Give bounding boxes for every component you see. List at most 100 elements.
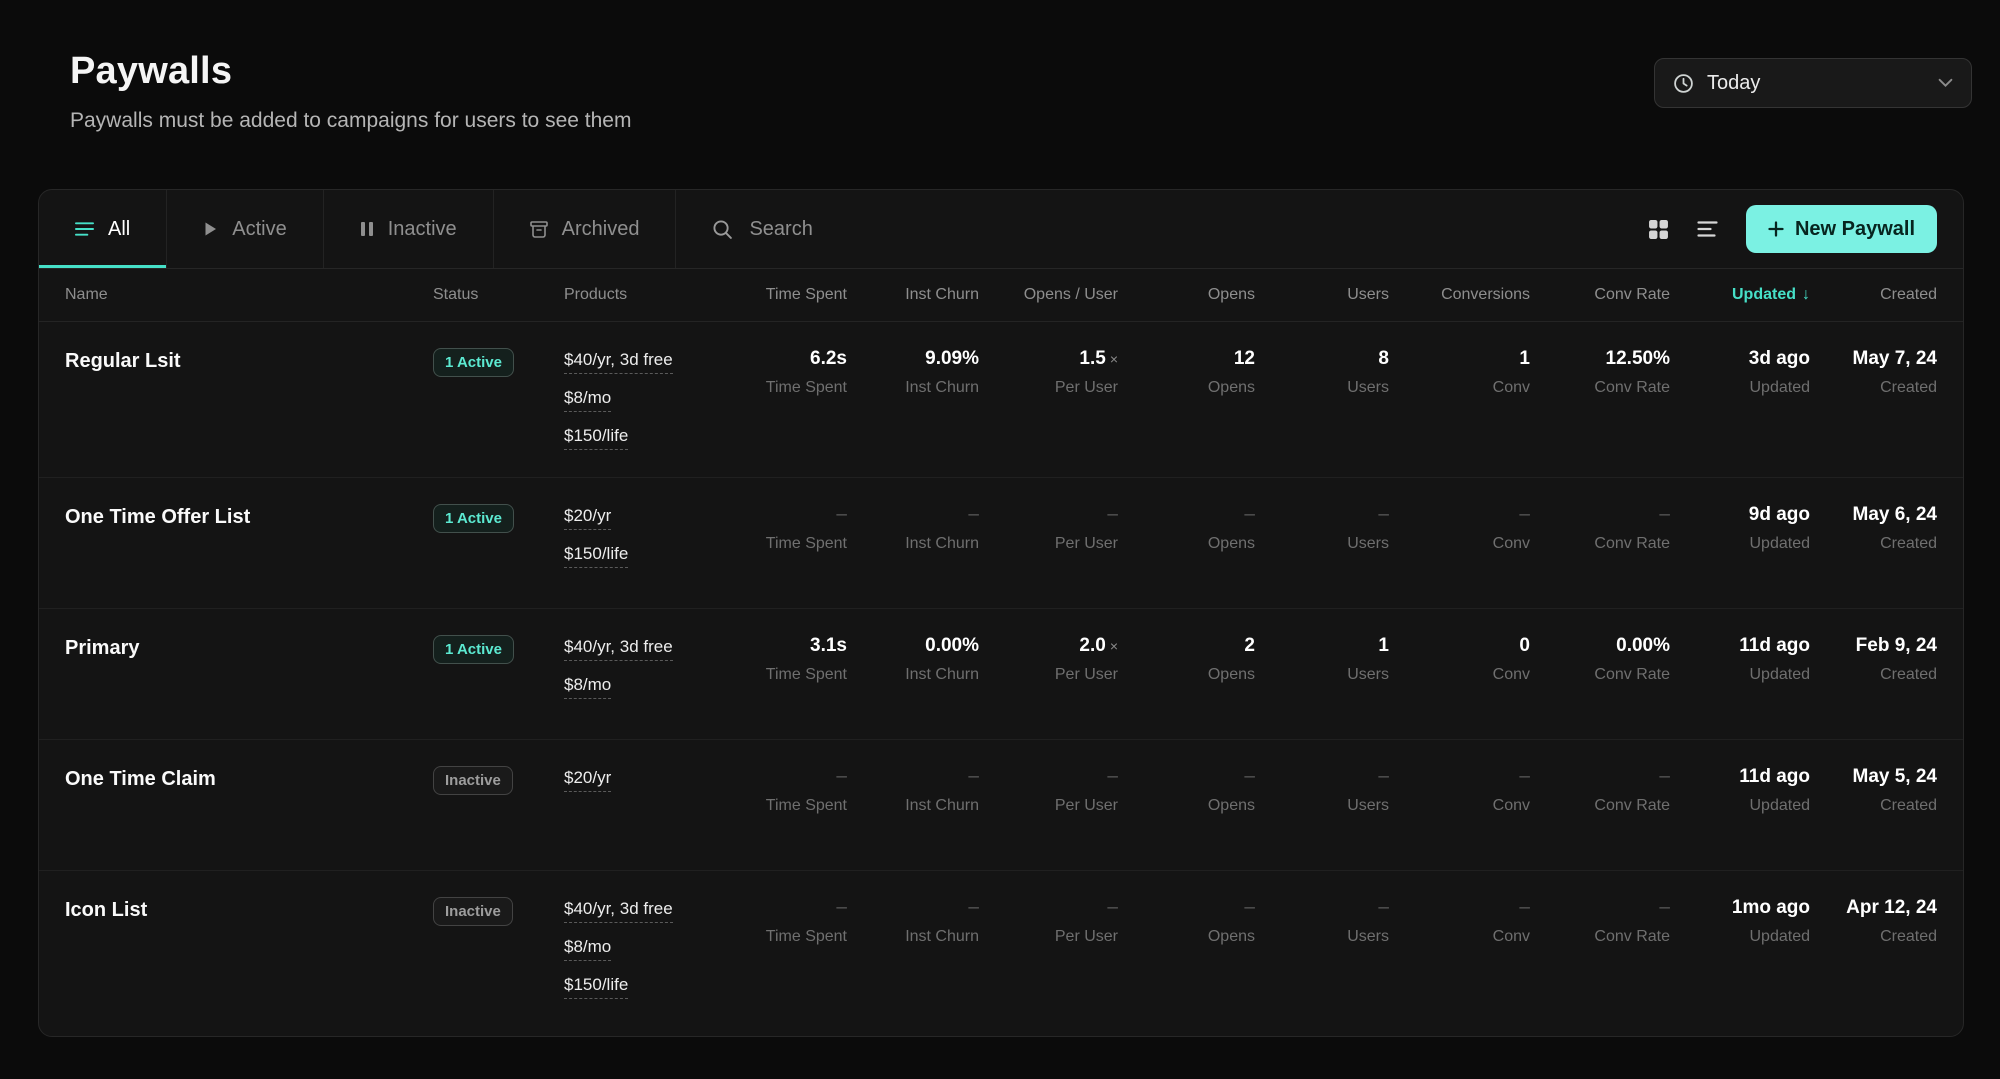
product-item[interactable]: $8/mo bbox=[564, 675, 611, 699]
metric-cell: –Opens bbox=[1118, 766, 1255, 815]
metric-value: – bbox=[1389, 766, 1530, 788]
table-row[interactable]: One Time Claim Inactive $20/yr –Time Spe… bbox=[39, 740, 1963, 871]
metric-cell: –Conv Rate bbox=[1530, 504, 1670, 553]
product-item[interactable]: $40/yr, 3d free bbox=[564, 899, 673, 923]
metric-cell: Apr 12, 24Created bbox=[1810, 897, 1963, 946]
status-cell: 1 Active bbox=[433, 504, 564, 533]
play-icon bbox=[203, 221, 218, 237]
metric-value: – bbox=[1118, 897, 1255, 919]
products-list: $20/yr bbox=[564, 766, 744, 792]
product-item[interactable]: $20/yr bbox=[564, 506, 611, 530]
product-item[interactable]: $40/yr, 3d free bbox=[564, 637, 673, 661]
metric-cell: –Time Spent bbox=[744, 504, 847, 553]
status-badge: 1 Active bbox=[433, 348, 514, 377]
toolbar-right: New Paywall bbox=[1648, 190, 1963, 268]
product-item[interactable]: $40/yr, 3d free bbox=[564, 350, 673, 374]
list-view-icon[interactable] bbox=[1697, 220, 1718, 238]
column-header-created[interactable]: Created bbox=[1810, 286, 1963, 304]
column-header-products[interactable]: Products bbox=[564, 286, 744, 304]
metric-label: Created bbox=[1810, 928, 1937, 946]
column-header-time-spent[interactable]: Time Spent bbox=[744, 286, 847, 304]
metric-label: Opens bbox=[1118, 928, 1255, 946]
column-header-conv-rate[interactable]: Conv Rate bbox=[1530, 286, 1670, 304]
column-header-conversions[interactable]: Conversions bbox=[1389, 286, 1530, 304]
paywall-name[interactable]: One Time Offer List bbox=[39, 504, 433, 529]
metric-cell: 12.50%Conv Rate bbox=[1530, 348, 1670, 397]
product-item[interactable]: $150/life bbox=[564, 426, 628, 450]
tab-archived[interactable]: Archived bbox=[494, 190, 677, 268]
search-box[interactable] bbox=[676, 190, 1145, 268]
column-header-opens[interactable]: Opens bbox=[1118, 286, 1255, 304]
status-badge: 1 Active bbox=[433, 635, 514, 664]
table-row[interactable]: Primary 1 Active $40/yr, 3d free $8/mo 3.… bbox=[39, 609, 1963, 740]
products-list: $40/yr, 3d free $8/mo bbox=[564, 635, 744, 699]
tab-inactive[interactable]: Inactive bbox=[324, 190, 494, 268]
metric-label: Per User bbox=[979, 379, 1118, 397]
metric-label: Conv bbox=[1389, 379, 1530, 397]
metric-value: 0.00% bbox=[1530, 635, 1670, 657]
column-header-name[interactable]: Name bbox=[39, 286, 433, 304]
metric-label: Users bbox=[1255, 379, 1389, 397]
metric-value: – bbox=[1255, 504, 1389, 526]
column-header-opens-per-user[interactable]: Opens / User bbox=[979, 286, 1118, 304]
table-body: Regular Lsit 1 Active $40/yr, 3d free $8/… bbox=[39, 322, 1963, 1036]
metric-cell: 11d agoUpdated bbox=[1670, 635, 1810, 684]
metric-value: May 6, 24 bbox=[1810, 504, 1937, 526]
metric-value: – bbox=[979, 504, 1118, 526]
metric-value: 11d ago bbox=[1670, 766, 1810, 788]
metric-cell: –Per User bbox=[979, 504, 1118, 553]
date-filter-dropdown[interactable]: Today bbox=[1654, 58, 1972, 108]
metric-value: – bbox=[847, 897, 979, 919]
metric-label: Opens bbox=[1118, 379, 1255, 397]
product-item[interactable]: $150/life bbox=[564, 544, 628, 568]
metric-suffix: × bbox=[1110, 638, 1118, 654]
column-header-inst-churn[interactable]: Inst Churn bbox=[847, 286, 979, 304]
metric-cell: –Inst Churn bbox=[847, 897, 979, 946]
product-item[interactable]: $20/yr bbox=[564, 768, 611, 792]
metric-label: Per User bbox=[979, 928, 1118, 946]
metric-cell: 0.00%Conv Rate bbox=[1530, 635, 1670, 684]
metric-label: Conv bbox=[1389, 797, 1530, 815]
paywalls-panel: All Active Inactive Archived bbox=[38, 189, 1964, 1037]
grid-view-icon[interactable] bbox=[1648, 219, 1669, 240]
search-input[interactable] bbox=[749, 218, 1109, 241]
column-header-users[interactable]: Users bbox=[1255, 286, 1389, 304]
status-cell: 1 Active bbox=[433, 348, 564, 377]
archive-icon bbox=[530, 221, 548, 238]
paywall-name[interactable]: One Time Claim bbox=[39, 766, 433, 791]
product-item[interactable]: $150/life bbox=[564, 975, 628, 999]
column-header-updated[interactable]: Updated↓ bbox=[1670, 286, 1810, 304]
metric-value: – bbox=[1389, 897, 1530, 919]
paywall-name[interactable]: Primary bbox=[39, 635, 433, 660]
page-header: Paywalls Paywalls must be added to campa… bbox=[0, 0, 2000, 133]
paywall-name[interactable]: Regular Lsit bbox=[39, 348, 433, 373]
metric-value: 2 bbox=[1118, 635, 1255, 657]
table-row[interactable]: One Time Offer List 1 Active $20/yr $150/… bbox=[39, 478, 1963, 609]
metric-label: Opens bbox=[1118, 797, 1255, 815]
tab-active[interactable]: Active bbox=[167, 190, 323, 268]
metric-cell: 1mo agoUpdated bbox=[1670, 897, 1810, 946]
product-item[interactable]: $8/mo bbox=[564, 937, 611, 961]
page-title: Paywalls bbox=[70, 50, 631, 93]
metric-label: Users bbox=[1255, 928, 1389, 946]
product-item[interactable]: $8/mo bbox=[564, 388, 611, 412]
table-row[interactable]: Icon List Inactive $40/yr, 3d free$8/mo$… bbox=[39, 871, 1963, 1026]
metric-label: Users bbox=[1255, 535, 1389, 553]
metric-label: Updated bbox=[1670, 379, 1810, 397]
metric-label: Conv Rate bbox=[1530, 535, 1670, 553]
metric-label: Updated bbox=[1670, 928, 1810, 946]
metric-label: Conv bbox=[1389, 535, 1530, 553]
metric-cell: 1Conv bbox=[1389, 348, 1530, 397]
table-row[interactable]: Regular Lsit 1 Active $40/yr, 3d free $8/… bbox=[39, 322, 1963, 478]
list-lines-icon bbox=[75, 221, 94, 237]
metric-cell: –Conv bbox=[1389, 897, 1530, 946]
metric-cell: 3.1sTime Spent bbox=[744, 635, 847, 684]
new-paywall-button[interactable]: New Paywall bbox=[1746, 205, 1937, 253]
metric-cell: –Conv bbox=[1389, 504, 1530, 553]
metric-cell: Feb 9, 24Created bbox=[1810, 635, 1963, 684]
tab-all[interactable]: All bbox=[39, 190, 167, 268]
paywall-name[interactable]: Icon List bbox=[39, 897, 433, 922]
metric-value: – bbox=[1118, 504, 1255, 526]
column-header-status[interactable]: Status bbox=[433, 286, 564, 304]
metric-value: 3.1s bbox=[744, 635, 847, 657]
